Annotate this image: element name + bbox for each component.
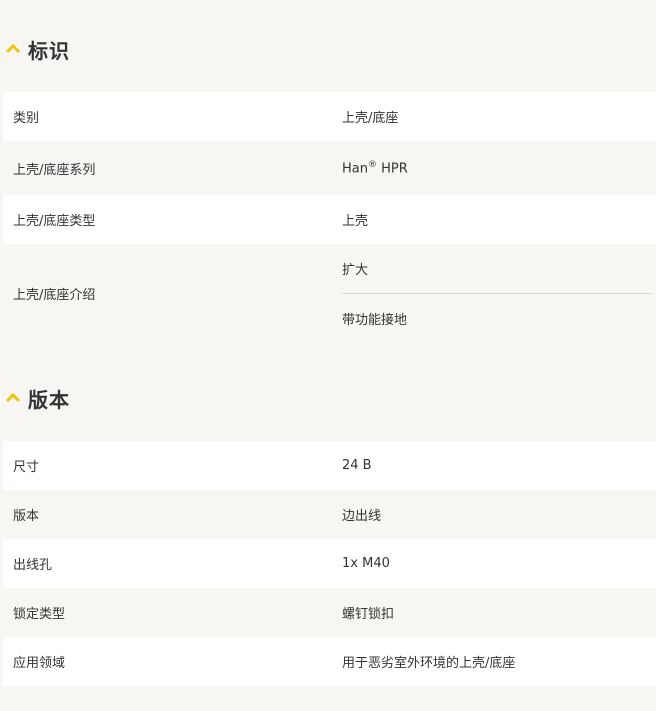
row-label: 出线孔	[13, 558, 53, 573]
row-label: 上壳/底座类型	[13, 214, 96, 229]
row-label: 应用领域	[13, 656, 66, 671]
row-label: 锁定类型	[13, 607, 66, 622]
table-row: 版本 边出线	[3, 490, 656, 539]
row-value: 上壳/底座	[342, 111, 399, 126]
row-label: 上壳/底座系列	[13, 162, 96, 178]
row-value-list: 扩大 带功能接地	[342, 244, 656, 343]
row-value: 带功能接地	[342, 313, 408, 328]
table-row: 尺寸 24 B	[3, 441, 656, 490]
table-row: 上壳/底座类型 上壳	[3, 195, 656, 244]
chevron-up-icon[interactable]	[4, 389, 22, 407]
table-row: 锁定类型 螺钉锁扣	[3, 588, 656, 637]
table-row: 上壳/底座介绍 扩大 带功能接地	[3, 244, 656, 343]
section-title: 版本	[28, 387, 70, 412]
table-row: 出线孔 1x M40	[3, 539, 656, 588]
row-label: 上壳/底座介绍	[13, 288, 96, 303]
row-value: 用于恶劣室外环境的上壳/底座	[342, 656, 516, 671]
spec-table-version: 尺寸 24 B 版本 边出线 出线孔 1x M40 锁定类型 螺钉锁扣 应用领域…	[3, 441, 656, 686]
row-label: 版本	[13, 509, 40, 524]
row-value: Han® HPR	[342, 160, 656, 176]
product-spec-page: 标识 类别 上壳/底座 上壳/底座系列 Han® HPR 上壳/底座类型 上壳 …	[0, 0, 656, 711]
row-value: 上壳	[342, 214, 369, 229]
value-tail: HPR	[376, 161, 408, 177]
row-value: 扩大	[342, 263, 369, 278]
row-value: 边出线	[342, 509, 382, 524]
value-main: Han	[342, 161, 368, 177]
row-label: 尺寸	[13, 460, 40, 475]
chevron-up-icon[interactable]	[4, 40, 22, 58]
section-header-version[interactable]: 版本	[0, 383, 656, 413]
row-label: 类别	[13, 111, 40, 126]
registered-mark: ®	[367, 159, 377, 170]
row-value: 螺钉锁扣	[342, 607, 395, 622]
table-row: 类别 上壳/底座	[3, 92, 656, 141]
section-title: 标识	[28, 38, 70, 63]
spec-table-identification: 类别 上壳/底座 上壳/底座系列 Han® HPR 上壳/底座类型 上壳 上壳/…	[3, 92, 656, 343]
table-row: 上壳/底座系列 Han® HPR	[3, 141, 656, 195]
section-header-identification[interactable]: 标识	[0, 34, 656, 64]
table-row: 应用领域 用于恶劣室外环境的上壳/底座	[3, 637, 656, 686]
row-value: 24 B	[342, 458, 372, 473]
row-value: 1x M40	[342, 556, 390, 571]
section-version: 版本	[0, 383, 656, 413]
section-identification: 标识	[0, 34, 656, 64]
